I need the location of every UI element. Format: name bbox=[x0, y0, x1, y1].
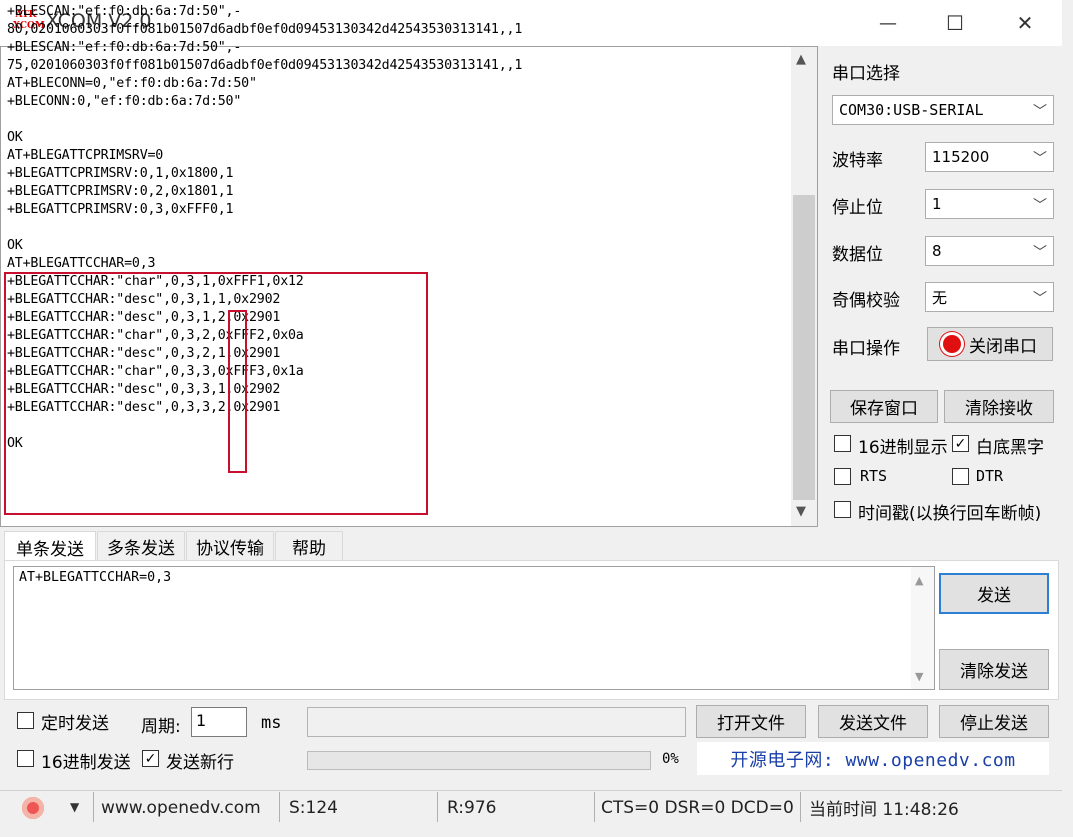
dropdown-arrow-icon[interactable]: ▼ bbox=[70, 800, 79, 814]
file-path-field[interactable] bbox=[307, 707, 686, 737]
tab-protocol[interactable]: 协议传输 bbox=[186, 531, 274, 561]
status-url[interactable]: www.openedv.com bbox=[101, 790, 261, 825]
clear-receive-button[interactable]: 清除接收 bbox=[944, 390, 1054, 423]
databits-select[interactable]: 8 ﹀ bbox=[925, 236, 1054, 266]
chevron-down-icon: ﹀ bbox=[1033, 151, 1047, 167]
parity-label: 奇偶校验 bbox=[832, 291, 900, 311]
white-black-checkbox[interactable]: ✓ bbox=[952, 435, 969, 452]
chevron-down-icon: ﹀ bbox=[1033, 198, 1047, 214]
status-separator bbox=[800, 792, 801, 822]
baud-label: 波特率 bbox=[832, 151, 883, 171]
chevron-down-icon: ﹀ bbox=[1033, 245, 1047, 261]
parity-value: 无 bbox=[932, 288, 948, 307]
highlight-column-box bbox=[228, 310, 247, 473]
hex-send-checkbox[interactable] bbox=[17, 750, 34, 767]
port-label: 串口选择 bbox=[832, 64, 900, 84]
stopbits-value: 1 bbox=[932, 195, 942, 213]
tab-help[interactable]: 帮助 bbox=[275, 531, 343, 561]
close-port-label: 关闭串口 bbox=[969, 336, 1037, 357]
timed-send-label: 定时发送 bbox=[41, 714, 109, 734]
status-separator bbox=[279, 792, 280, 822]
period-label: 周期: bbox=[141, 717, 181, 737]
status-sent-count: S:124 bbox=[289, 797, 338, 818]
close-port-button[interactable]: 关闭串口 bbox=[927, 327, 1053, 361]
status-lines: CTS=0 DSR=0 DCD=0 bbox=[601, 797, 794, 818]
send-file-button[interactable]: 发送文件 bbox=[818, 705, 928, 738]
period-input[interactable]: 1 bbox=[191, 707, 247, 737]
stopbits-select[interactable]: 1 ﹀ bbox=[925, 189, 1054, 219]
record-icon bbox=[943, 335, 961, 353]
send-button[interactable]: 发送 bbox=[939, 573, 1049, 614]
send-newline-checkbox[interactable]: ✓ bbox=[142, 750, 159, 767]
port-op-label: 串口操作 bbox=[832, 339, 900, 359]
hex-display-checkbox[interactable] bbox=[834, 435, 851, 452]
rts-label: RTS bbox=[860, 467, 888, 485]
tab-single-send[interactable]: 单条发送 bbox=[4, 531, 96, 562]
white-black-label: 白底黑字 bbox=[976, 438, 1044, 458]
status-time: 当前时间 11:48:26 bbox=[809, 800, 959, 820]
scroll-down-icon[interactable]: ▼ bbox=[796, 504, 806, 519]
send-newline-label: 发送新行 bbox=[166, 753, 234, 773]
parity-select[interactable]: 无 ﹀ bbox=[925, 282, 1054, 312]
period-unit: ms bbox=[261, 713, 282, 733]
timestamp-label: 时间戳(以换行回车断帧) bbox=[858, 504, 1042, 524]
chevron-down-icon: ﹀ bbox=[1033, 291, 1047, 307]
chevron-down-icon: ﹀ bbox=[1033, 104, 1047, 120]
scroll-thumb[interactable] bbox=[793, 195, 815, 500]
highlight-box bbox=[4, 272, 428, 515]
stop-send-button[interactable]: 停止发送 bbox=[939, 705, 1049, 738]
status-separator bbox=[437, 792, 438, 822]
port-select[interactable]: COM30:USB-SERIAL ﹀ bbox=[832, 95, 1054, 125]
open-file-button[interactable]: 打开文件 bbox=[696, 705, 806, 738]
databits-label: 数据位 bbox=[832, 245, 883, 265]
databits-value: 8 bbox=[932, 242, 942, 260]
minimize-button[interactable]: — bbox=[858, 0, 918, 46]
timestamp-checkbox[interactable] bbox=[834, 501, 851, 518]
clear-send-button[interactable]: 清除发送 bbox=[939, 649, 1049, 690]
status-separator bbox=[594, 792, 595, 822]
openedv-banner[interactable]: 开源电子网: www.openedv.com bbox=[697, 742, 1049, 775]
send-progress-bar bbox=[307, 751, 651, 770]
send-text: AT+BLEGATTCCHAR=0,3 bbox=[19, 570, 172, 585]
status-separator bbox=[93, 792, 94, 822]
scroll-down-icon[interactable]: ▼ bbox=[915, 670, 923, 683]
dtr-checkbox[interactable] bbox=[952, 468, 969, 485]
port-value: COM30:USB-SERIAL bbox=[839, 101, 984, 119]
hex-send-label: 16进制发送 bbox=[41, 753, 131, 773]
scroll-up-icon[interactable]: ▲ bbox=[915, 574, 923, 587]
save-window-button[interactable]: 保存窗口 bbox=[830, 390, 938, 423]
status-received-count: R:976 bbox=[447, 797, 497, 818]
scroll-up-icon[interactable]: ▲ bbox=[796, 52, 806, 67]
close-button[interactable]: ✕ bbox=[995, 0, 1055, 46]
baud-select[interactable]: 115200 ﹀ bbox=[925, 142, 1054, 172]
status-light-icon bbox=[22, 797, 44, 819]
tab-multi-send[interactable]: 多条发送 bbox=[97, 531, 185, 561]
dtr-label: DTR bbox=[976, 467, 1004, 485]
hex-display-label: 16进制显示 bbox=[858, 438, 948, 458]
rts-checkbox[interactable] bbox=[834, 468, 851, 485]
baud-value: 115200 bbox=[932, 148, 990, 166]
timed-send-checkbox[interactable] bbox=[17, 712, 34, 729]
progress-percent: 0% bbox=[662, 751, 679, 767]
stopbits-label: 停止位 bbox=[832, 198, 883, 218]
maximize-button[interactable]: ☐ bbox=[925, 0, 985, 46]
